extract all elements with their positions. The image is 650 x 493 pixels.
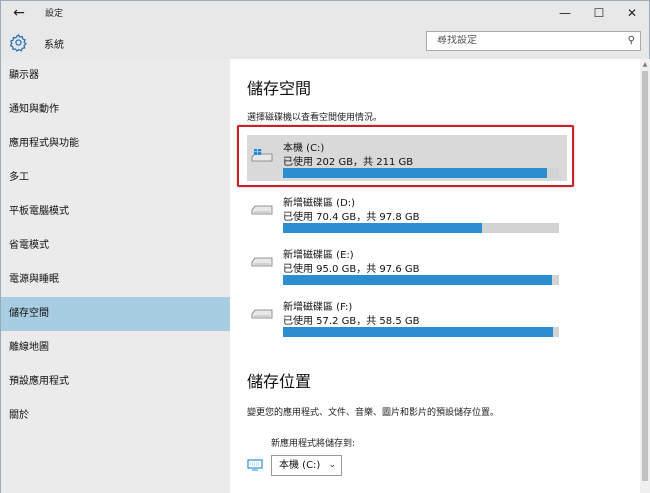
header: 系統 ⚲ [1, 25, 649, 59]
drive-icon [251, 257, 273, 267]
drive-d[interactable]: 新增磁碟區 (D:) 已使用 70.4 GB，共 97.8 GB [247, 190, 567, 236]
highlight-frame [237, 125, 574, 187]
drive-icon [251, 205, 273, 215]
new-apps-save-label: 新應用程式將儲存到: [271, 439, 356, 449]
usage-bar-fill [283, 327, 553, 337]
monitor-icon [247, 459, 263, 471]
sidebar-item-about[interactable]: 關於 [1, 399, 230, 433]
sidebar-item-apps[interactable]: 應用程式與功能 [1, 127, 230, 161]
minimize-button[interactable]: — [548, 1, 582, 25]
content-scrollbar[interactable]: ▲ [640, 59, 650, 493]
settings-window: ← 設定 — ☐ ✕ 系統 ⚲ 顯示器 通知與動作 應用程式與功能 多工 平板電… [0, 0, 650, 493]
drive-icon [251, 309, 273, 319]
maximize-button[interactable]: ☐ [582, 1, 616, 25]
locations-title: 儲存位置 [247, 372, 312, 391]
drive-name: 新增磁碟區 (E:) [283, 250, 354, 261]
gear-icon [9, 34, 28, 52]
title-bar: ← 設定 — ☐ ✕ [1, 1, 649, 25]
locations-description: 變更您的應用程式、文件、音樂、圖片和影片的預設儲存位置。 [247, 408, 500, 418]
sidebar-item-storage[interactable]: 儲存空間 [1, 297, 230, 331]
drive-usage: 已使用 57.2 GB，共 58.5 GB [283, 316, 420, 327]
search-box[interactable]: ⚲ [426, 31, 641, 51]
drive-usage-bar [283, 275, 559, 285]
usage-bar-fill [283, 223, 482, 233]
drive-usage: 已使用 70.4 GB，共 97.8 GB [283, 212, 420, 223]
search-input[interactable] [437, 35, 617, 46]
usage-bar-fill [283, 275, 552, 285]
drive-usage-bar [283, 327, 559, 337]
sidebar-item-battery-saver[interactable]: 省電模式 [1, 229, 230, 263]
close-button[interactable]: ✕ [615, 1, 649, 25]
drive-f[interactable]: 新增磁碟區 (F:) 已使用 57.2 GB，共 58.5 GB [247, 294, 567, 340]
storage-description: 選擇磁碟機以查看空間使用情況。 [247, 113, 383, 123]
sidebar-item-offline-maps[interactable]: 離線地圖 [1, 331, 230, 365]
sidebar-item-default-apps[interactable]: 預設應用程式 [1, 365, 230, 399]
sidebar-item-display[interactable]: 顯示器 [1, 59, 230, 93]
storage-title: 儲存空間 [247, 79, 312, 98]
chevron-down-icon: ⌄ [328, 460, 336, 470]
sidebar: 顯示器 通知與動作 應用程式與功能 多工 平板電腦模式 省電模式 電源與睡眠 儲… [1, 59, 230, 493]
sidebar-item-multitasking[interactable]: 多工 [1, 161, 230, 195]
sidebar-item-power-sleep[interactable]: 電源與睡眠 [1, 263, 230, 297]
drive-e[interactable]: 新增磁碟區 (E:) 已使用 95.0 GB，共 97.6 GB [247, 242, 567, 288]
section-title: 系統 [44, 40, 64, 51]
scroll-up-icon[interactable]: ▲ [640, 61, 650, 69]
drive-usage-bar [283, 223, 559, 233]
drive-name: 新增磁碟區 (D:) [283, 198, 356, 209]
back-arrow-icon[interactable]: ← [9, 3, 29, 23]
drive-usage: 已使用 95.0 GB，共 97.6 GB [283, 264, 420, 275]
drive-name: 新增磁碟區 (F:) [283, 302, 353, 313]
sidebar-item-tablet-mode[interactable]: 平板電腦模式 [1, 195, 230, 229]
sidebar-item-notifications[interactable]: 通知與動作 [1, 93, 230, 127]
dropdown-value: 本機 (C:) [279, 460, 321, 471]
app-title: 設定 [45, 9, 64, 19]
new-apps-location-dropdown[interactable]: 本機 (C:) ⌄ [271, 455, 342, 476]
scroll-thumb[interactable] [642, 71, 648, 481]
search-icon[interactable]: ⚲ [628, 35, 635, 46]
